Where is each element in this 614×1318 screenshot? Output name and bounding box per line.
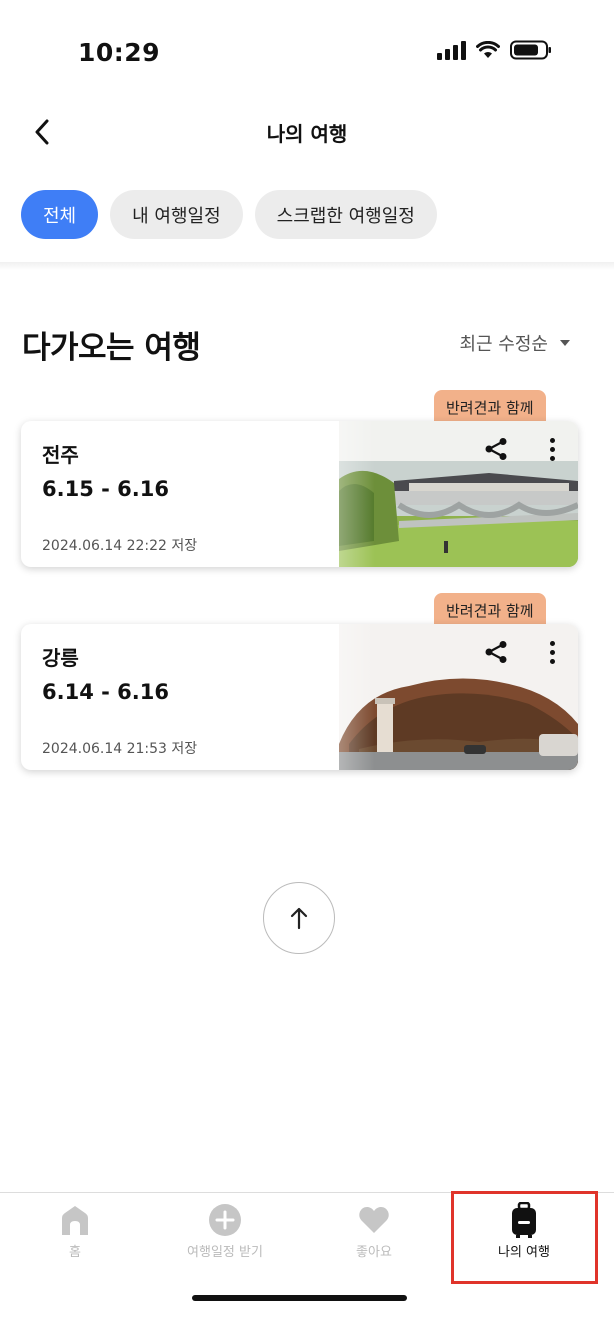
tab-likes[interactable]: 좋아요: [299, 1193, 449, 1285]
more-options-button[interactable]: [542, 433, 562, 465]
status-icons: [437, 40, 552, 60]
trip-card[interactable]: 강릉 6.14 - 6.16 2024.06.14 21:53 저장: [21, 624, 578, 770]
back-button[interactable]: [24, 114, 60, 150]
share-icon: [485, 641, 507, 663]
arrow-up-icon: [290, 907, 308, 930]
tab-home[interactable]: 홈: [0, 1193, 150, 1285]
trip-tag: 반려견과 함께: [434, 390, 546, 424]
nav-bar: 나의 여행: [0, 100, 614, 164]
home-indicator: [192, 1295, 407, 1301]
tab-label: 여행일정 받기: [187, 1245, 263, 1260]
sort-label: 최근 수정순: [459, 334, 548, 355]
trip-saved-time: 2024.06.14 21:53 저장: [42, 741, 198, 757]
filter-chip-my-itinerary[interactable]: 내 여행일정: [110, 190, 243, 239]
status-bar: 10:29: [0, 0, 614, 100]
battery-icon: [510, 40, 552, 60]
tab-label: 나의 여행: [498, 1245, 550, 1260]
bottom-tab-bar: 홈 여행일정 받기 좋아요 나의 여행: [0, 1192, 614, 1284]
status-time: 10:29: [78, 38, 161, 67]
scroll-to-top-button[interactable]: [263, 882, 335, 954]
suitcase-icon: [510, 1202, 538, 1238]
divider: [0, 262, 614, 270]
home-icon: [58, 1203, 92, 1237]
page-title: 나의 여행: [266, 122, 348, 146]
trip-saved-time: 2024.06.14 22:22 저장: [42, 538, 198, 554]
more-vertical-icon: [549, 437, 555, 443]
add-circle-icon: [208, 1203, 242, 1237]
share-button[interactable]: [482, 636, 510, 668]
heart-icon: [358, 1203, 390, 1237]
tab-label: 홈: [69, 1245, 81, 1260]
caret-down-icon: [560, 340, 570, 346]
trip-card[interactable]: 전주 6.15 - 6.16 2024.06.14 22:22 저장: [21, 421, 578, 567]
trip-tag: 반려견과 함께: [434, 593, 546, 627]
trip-dates: 6.15 - 6.16: [42, 477, 169, 501]
filter-chips: 전체 내 여행일정 스크랩한 여행일정: [21, 190, 437, 239]
share-button[interactable]: [482, 433, 510, 465]
trip-name: 강릉: [42, 646, 79, 670]
trip-name: 전주: [42, 443, 79, 467]
chevron-left-icon: [35, 119, 49, 145]
share-icon: [485, 438, 507, 460]
wifi-icon: [476, 41, 500, 59]
filter-chip-scrapped-itinerary[interactable]: 스크랩한 여행일정: [254, 190, 437, 239]
tab-label: 좋아요: [356, 1245, 392, 1260]
signal-icon: [437, 40, 466, 60]
section-title: 다가오는 여행: [22, 330, 201, 366]
more-options-button[interactable]: [542, 636, 562, 668]
tab-get-itinerary[interactable]: 여행일정 받기: [150, 1193, 300, 1285]
more-vertical-icon: [549, 640, 555, 646]
tab-my-trips[interactable]: 나의 여행: [449, 1193, 599, 1285]
trip-dates: 6.14 - 6.16: [42, 680, 169, 704]
sort-dropdown[interactable]: 최근 수정순: [459, 330, 570, 356]
filter-chip-all[interactable]: 전체: [21, 190, 99, 239]
